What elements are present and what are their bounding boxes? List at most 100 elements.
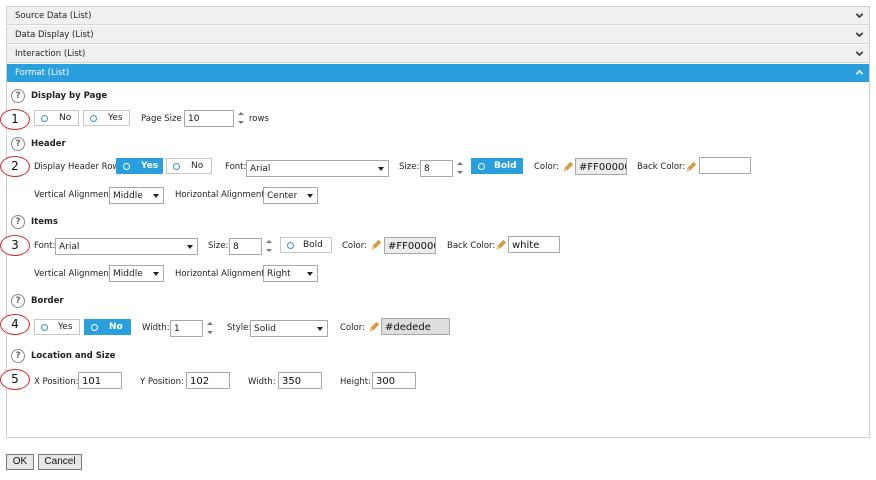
header-valign-value: Middle [113, 191, 143, 201]
chevron-down-icon [855, 30, 864, 39]
help-icon[interactable]: ? [11, 89, 25, 103]
header-valign-select[interactable]: Middle [109, 187, 164, 204]
header-halign-select[interactable]: Center [263, 187, 318, 204]
bold-label: Bold [494, 161, 517, 171]
accordion-source-data[interactable]: Source Data (List) [7, 7, 869, 25]
y-position-input[interactable]: 102 [186, 372, 230, 389]
marker-2: 2 [0, 156, 30, 177]
items-font-select[interactable]: Arial [55, 238, 198, 255]
items-valign-label: Vertical Alignment: [34, 269, 115, 279]
width-input[interactable]: 350 [278, 372, 322, 389]
accordion-source-data-label: Source Data (List) [15, 11, 92, 21]
page-size-stepper[interactable] [238, 110, 244, 126]
header-font-select[interactable]: Arial [246, 160, 389, 177]
pencil-icon[interactable] [685, 161, 697, 173]
accordion-data-display[interactable]: Data Display (List) [7, 26, 869, 44]
items-valign-value: Middle [113, 269, 143, 279]
items-font-label: Font: [34, 241, 56, 251]
header-no-radio[interactable]: No [166, 158, 212, 174]
radio-icon [91, 324, 98, 331]
header-size-input[interactable]: 8 [420, 160, 453, 177]
dropdown-arrow-icon [187, 245, 193, 249]
header-back-color-label: Back Color: [637, 162, 686, 172]
border-color-label: Color: [340, 323, 365, 333]
items-halign-select[interactable]: Right [263, 265, 318, 282]
header-font-value: Arial [250, 164, 271, 174]
display-by-page-yes-radio[interactable]: Yes [83, 110, 130, 126]
width-label: Width: [248, 377, 276, 387]
section-title-header: Header [31, 139, 66, 149]
items-halign-label: Horizontal Alignment: [175, 269, 268, 279]
border-width-input[interactable]: 1 [170, 320, 203, 337]
items-color-label: Color: [342, 241, 367, 251]
marker-5: 5 [0, 369, 30, 390]
header-color-label: Color: [534, 162, 559, 172]
rows-label: rows [249, 114, 269, 124]
radio-icon [41, 324, 48, 331]
page-size-input[interactable]: 10 [184, 110, 234, 127]
header-size-stepper[interactable] [457, 160, 463, 176]
items-size-input[interactable]: 8 [229, 238, 262, 255]
display-header-row-label: Display Header Row [34, 162, 120, 172]
dropdown-arrow-icon [378, 167, 384, 171]
help-icon[interactable]: ? [11, 294, 25, 308]
header-color-input[interactable]: #FF00000 [575, 158, 627, 175]
items-size-stepper[interactable] [266, 238, 272, 254]
items-font-value: Arial [59, 242, 80, 252]
section-title-location-size: Location and Size [31, 351, 116, 361]
header-back-color-input[interactable] [699, 157, 751, 174]
items-back-color-label: Back Color: [447, 241, 496, 251]
header-halign-value: Center [267, 191, 298, 201]
pencil-icon[interactable] [495, 239, 507, 251]
accordion-format[interactable]: Format (List) [7, 64, 869, 82]
y-position-label: Y Position: [140, 377, 184, 387]
bold-label: Bold [303, 240, 323, 250]
items-valign-select[interactable]: Middle [109, 265, 164, 282]
help-icon[interactable]: ? [11, 349, 25, 363]
border-style-value: Solid [254, 324, 276, 334]
section-title-border: Border [31, 296, 64, 306]
height-input[interactable]: 300 [372, 372, 416, 389]
x-position-label: X Position: [34, 377, 79, 387]
header-yes-radio[interactable]: Yes [116, 158, 163, 174]
border-yes-radio[interactable]: Yes [34, 319, 80, 335]
border-color-input[interactable]: #dedede [381, 318, 450, 335]
border-style-select[interactable]: Solid [250, 320, 328, 337]
radio-label: No [191, 161, 204, 171]
help-icon[interactable]: ? [11, 137, 25, 151]
display-by-page-no-radio[interactable]: No [34, 110, 79, 126]
x-position-input[interactable]: 101 [78, 372, 122, 389]
radio-label: Yes [108, 113, 123, 123]
marker-1: 1 [0, 109, 30, 130]
dropdown-arrow-icon [153, 272, 159, 276]
pencil-icon[interactable] [562, 161, 574, 173]
items-back-color-input[interactable]: white [508, 236, 560, 253]
border-width-stepper[interactable] [207, 320, 213, 336]
accordion-interaction[interactable]: Interaction (List) [7, 45, 869, 63]
accordion-interaction-label: Interaction (List) [15, 49, 86, 59]
items-bold-toggle[interactable]: Bold [280, 237, 332, 253]
header-size-label: Size: [399, 162, 420, 172]
items-color-input[interactable]: #FF00000 [384, 237, 436, 254]
section-title-display-by-page: Display by Page [31, 91, 108, 101]
radio-label: No [59, 113, 72, 123]
help-icon[interactable]: ? [11, 215, 25, 229]
section-title-items: Items [31, 217, 58, 227]
border-width-label: Width: [142, 323, 170, 333]
header-bold-toggle[interactable]: Bold [471, 158, 523, 174]
pencil-icon[interactable] [370, 239, 382, 251]
ok-button[interactable]: OK [6, 454, 34, 470]
radio-label: Yes [141, 161, 159, 171]
dropdown-arrow-icon [307, 272, 313, 276]
cancel-button[interactable]: Cancel [38, 454, 82, 470]
header-font-label: Font: [225, 162, 247, 172]
height-label: Height: [340, 377, 371, 387]
marker-4: 4 [0, 314, 30, 335]
pencil-icon[interactable] [368, 321, 380, 333]
chevron-up-icon [855, 68, 864, 77]
marker-3: 3 [0, 235, 30, 256]
radio-icon [478, 163, 485, 170]
radio-icon [90, 115, 97, 122]
page-size-label: Page Size [141, 114, 182, 124]
border-no-radio[interactable]: No [84, 319, 131, 335]
